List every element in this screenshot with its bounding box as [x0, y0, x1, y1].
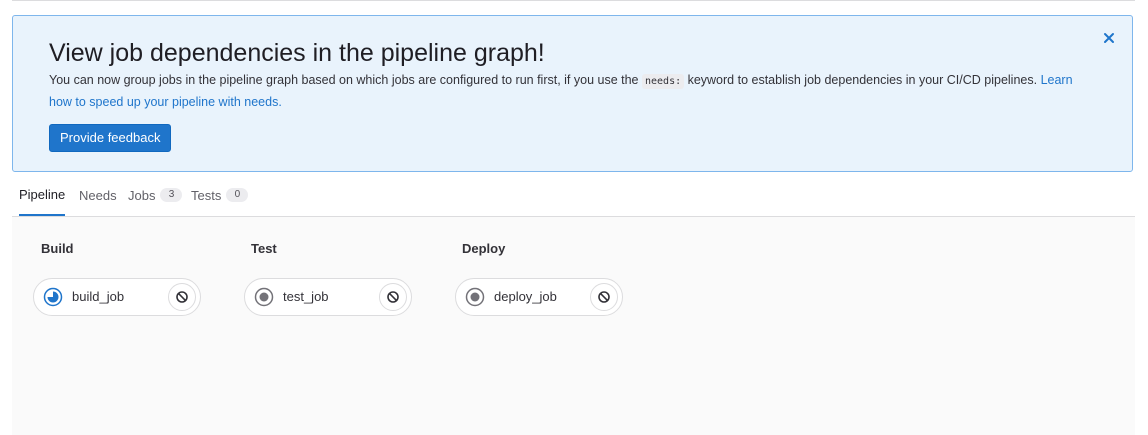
job-name: build_job: [72, 289, 125, 304]
cancel-icon[interactable]: [590, 283, 618, 311]
tab-label: Jobs: [128, 187, 156, 203]
stage-title-build: Build: [41, 241, 74, 256]
job-name: test_job: [283, 289, 329, 304]
tab-pipeline[interactable]: Pipeline: [19, 174, 66, 216]
tab-jobs[interactable]: Jobs 3: [128, 174, 183, 216]
job-build-job[interactable]: build_job: [33, 278, 201, 316]
tab-tests[interactable]: Tests 0: [191, 174, 249, 216]
status-created-icon: [254, 287, 274, 307]
status-running-icon: [43, 287, 63, 307]
banner-body-text: You can now group jobs in the pipeline g…: [49, 73, 642, 87]
pipeline-tabs: Pipeline Needs Jobs 3 Tests 0: [12, 174, 1135, 217]
provide-feedback-button[interactable]: Provide feedback: [49, 124, 172, 152]
banner-body: You can now group jobs in the pipeline g…: [49, 70, 1097, 112]
banner-title: View job dependencies in the pipeline gr…: [49, 39, 545, 67]
pipeline-graph-banner: View job dependencies in the pipeline gr…: [12, 15, 1133, 172]
tab-label: Tests: [191, 187, 222, 203]
job-deploy-job[interactable]: deploy_job: [455, 278, 623, 316]
tab-label: Needs: [79, 187, 117, 203]
pipeline-graph: Build build_job Test test_job Deploy dep…: [12, 217, 1135, 435]
top-divider: [12, 0, 1135, 1]
tests-count-badge: 0: [226, 188, 249, 202]
stage-title-deploy: Deploy: [462, 241, 506, 256]
cancel-icon[interactable]: [168, 283, 196, 311]
banner-body-text-continued: keyword to establish job dependencies in…: [684, 73, 1041, 87]
status-created-icon: [465, 287, 485, 307]
cancel-icon[interactable]: [379, 283, 407, 311]
tab-label: Pipeline: [19, 186, 66, 202]
needs-keyword: needs:: [641, 74, 685, 89]
job-test-job[interactable]: test_job: [244, 278, 412, 316]
stage-title-test: Test: [251, 241, 277, 256]
job-name: deploy_job: [494, 289, 557, 304]
tab-needs[interactable]: Needs: [79, 174, 117, 216]
close-icon[interactable]: [1100, 29, 1118, 47]
jobs-count-badge: 3: [160, 188, 183, 202]
